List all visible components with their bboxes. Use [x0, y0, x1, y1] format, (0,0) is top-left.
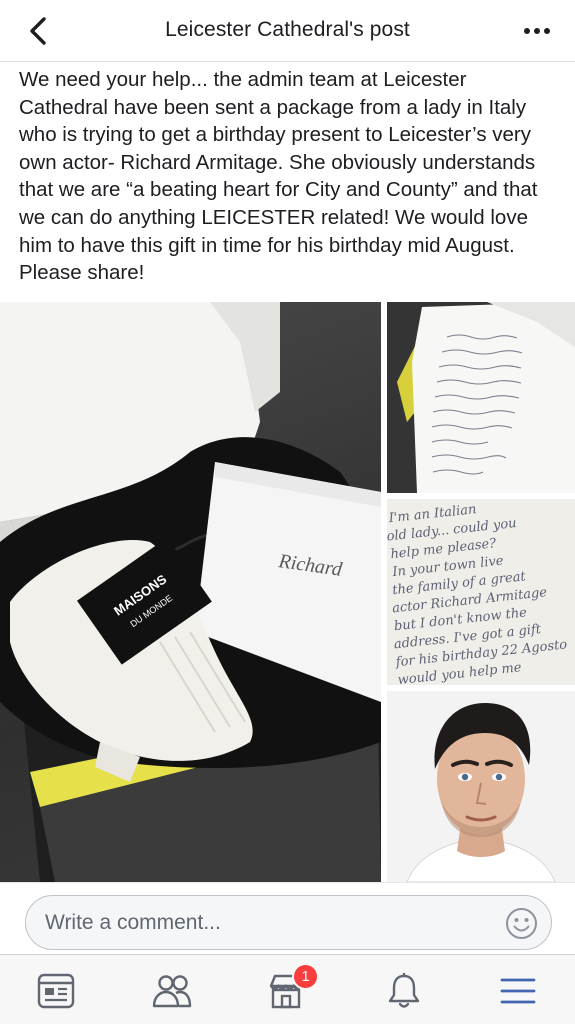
comment-placeholder: Write a comment...	[45, 911, 221, 934]
gift-box-illustration: Richard MAISONS DU MONDE	[0, 302, 381, 882]
more-horizontal-icon	[524, 28, 550, 34]
photo-grid: Richard MAISONS DU MONDE I'm an Italian …	[0, 302, 575, 882]
comment-input[interactable]: Write a comment...	[25, 895, 552, 950]
letter-closeup-illustration: I'm an Italian old lady... could you hel…	[387, 499, 575, 685]
photo-letter-closeup[interactable]: I'm an Italian old lady... could you hel…	[387, 499, 575, 685]
hamburger-menu-icon	[500, 978, 536, 1004]
marketplace-badge: 1	[292, 963, 319, 990]
tab-menu[interactable]	[496, 969, 540, 1013]
comment-composer: Write a comment...	[0, 882, 575, 954]
friends-icon	[152, 975, 192, 1008]
bell-icon	[388, 973, 420, 1008]
photo-portrait-man[interactable]	[387, 691, 575, 882]
photo-handwritten-letter[interactable]	[387, 302, 575, 493]
tab-notifications[interactable]	[382, 969, 426, 1013]
portrait-illustration	[387, 691, 575, 882]
photo-gift-box[interactable]: Richard MAISONS DU MONDE	[0, 302, 381, 882]
news-feed-icon	[37, 973, 75, 1009]
letter-illustration	[387, 302, 575, 493]
page-title: Leicester Cathedral's post	[165, 18, 410, 41]
bottom-tab-bar: 1	[0, 954, 575, 1024]
post-text: We need your help... the admin team at L…	[19, 68, 538, 285]
more-options-button[interactable]	[521, 18, 553, 44]
top-bar: Leicester Cathedral's post	[0, 0, 575, 62]
tab-news-feed[interactable]	[34, 969, 78, 1013]
smiley-icon[interactable]	[505, 907, 538, 940]
tab-friends[interactable]	[150, 969, 194, 1013]
